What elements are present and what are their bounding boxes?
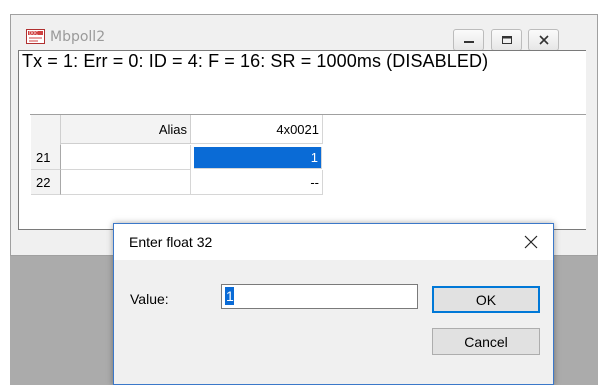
alias-cell[interactable] xyxy=(61,145,191,170)
window-title: Mbpoll2 xyxy=(50,29,106,45)
svg-text:DOC: DOC xyxy=(29,31,38,36)
doc-icon: DOC xyxy=(26,29,45,44)
dialog-close-button[interactable] xyxy=(517,230,545,254)
close-icon xyxy=(538,35,549,45)
alias-column-header[interactable]: Alias xyxy=(61,115,191,144)
ok-button[interactable]: OK xyxy=(432,286,540,313)
value-cell[interactable]: -- xyxy=(191,170,323,195)
maximize-button[interactable] xyxy=(491,29,522,51)
close-icon xyxy=(524,235,538,249)
cancel-button[interactable]: Cancel xyxy=(432,328,540,355)
dialog-titlebar[interactable]: Enter float 32 xyxy=(114,224,553,260)
dialog-title: Enter float 32 xyxy=(129,234,213,250)
value-label: Value: xyxy=(130,291,169,307)
maximize-icon xyxy=(501,36,512,44)
minimize-button[interactable] xyxy=(453,29,484,51)
row-header[interactable]: 21 xyxy=(31,145,61,170)
status-text: Tx = 1: Err = 0: ID = 4: F = 16: SR = 10… xyxy=(22,51,489,71)
minimize-icon xyxy=(463,41,474,43)
alias-cell[interactable] xyxy=(61,170,191,195)
value-input[interactable] xyxy=(221,284,418,309)
row-header[interactable]: 22 xyxy=(31,170,61,195)
child-titlebar[interactable]: DOC Mbpoll2 xyxy=(11,15,597,53)
close-button[interactable] xyxy=(528,29,559,51)
enter-float-dialog: Enter float 32 Value: 1 OK Cancel xyxy=(113,223,554,385)
value-input-selection: 1 xyxy=(225,287,234,305)
register-column-header[interactable]: 4x0021 xyxy=(191,115,323,144)
value-cell-selected[interactable]: 1 xyxy=(194,147,322,169)
